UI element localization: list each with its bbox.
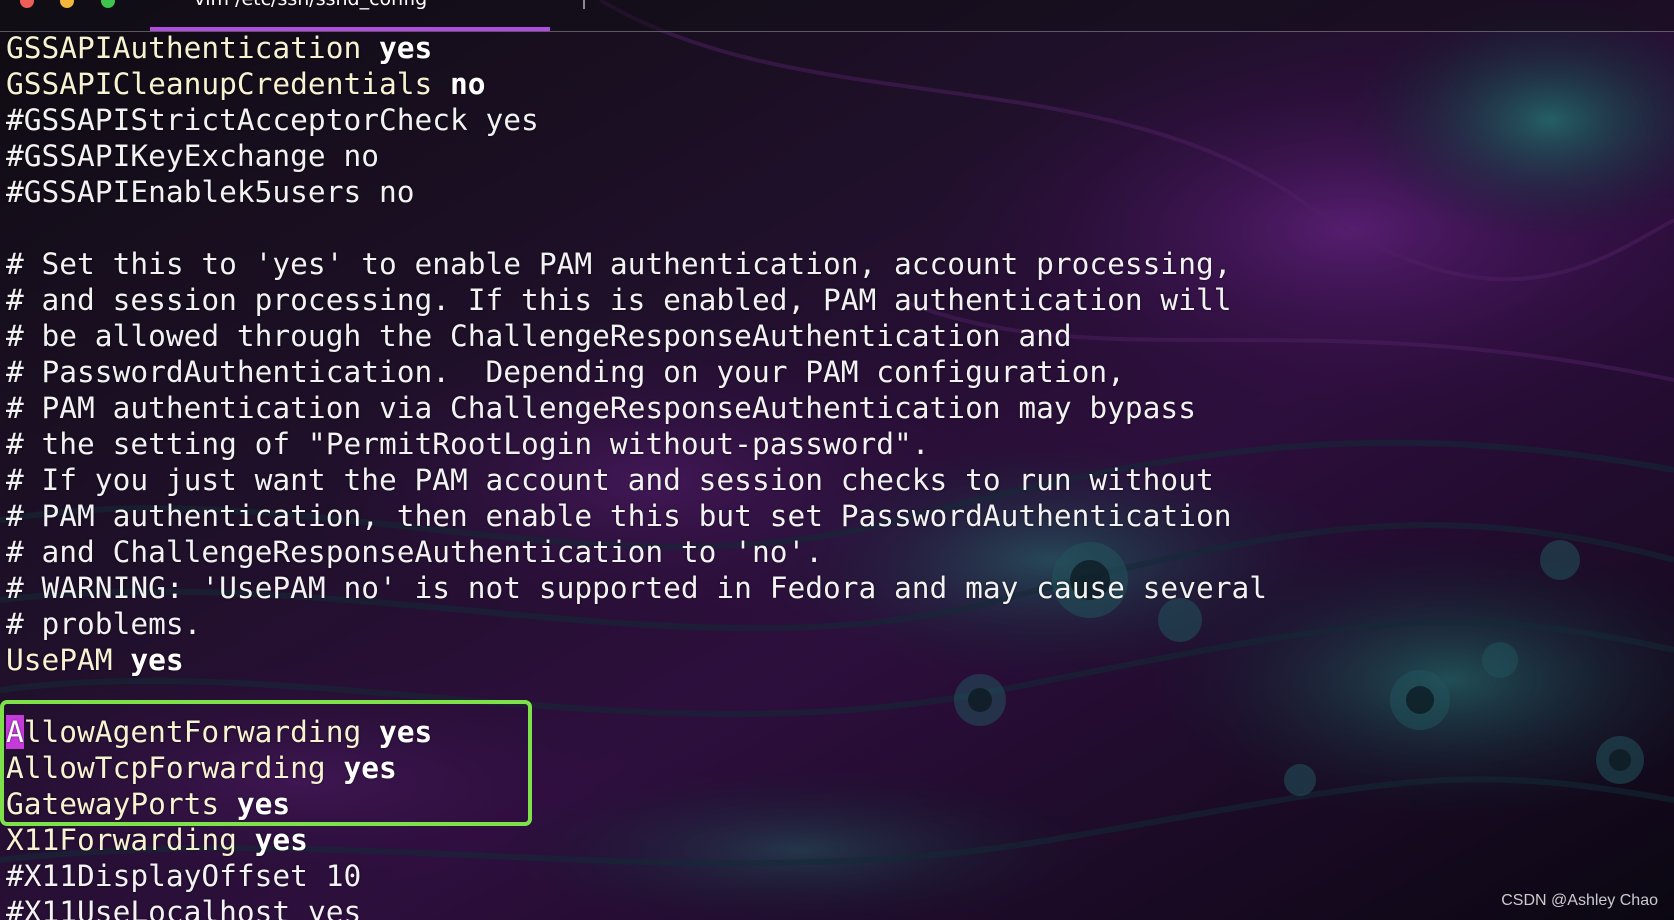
config-line: #GSSAPIKeyExchange no [6, 139, 379, 173]
config-line: UsePAM yes [6, 643, 184, 677]
highlight-annotation-box [0, 700, 532, 826]
watermark: CSDN @Ashley Chao [1501, 892, 1658, 909]
config-line: #GSSAPIEnablek5users no [6, 175, 415, 209]
config-line: #X11DisplayOffset 10 [6, 859, 362, 893]
config-line: # PAM authentication, then enable this b… [6, 499, 1232, 533]
tab-divider [583, 0, 585, 9]
window-minimize-button[interactable] [60, 0, 74, 8]
config-line: # and ChallengeResponseAuthentication to… [6, 535, 823, 569]
config-line: GSSAPIAuthentication yes [6, 31, 433, 65]
config-line: # problems. [6, 607, 202, 641]
config-line: # and session processing. If this is ena… [6, 283, 1232, 317]
config-line: #GSSAPIStrictAcceptorCheck yes [6, 103, 539, 137]
config-line: # PasswordAuthentication. Depending on y… [6, 355, 1125, 389]
config-line: # PAM authentication via ChallengeRespon… [6, 391, 1196, 425]
config-line: # If you just want the PAM account and s… [6, 463, 1214, 497]
tab-active[interactable]: vim /etc/ssh/sshd_config [150, 0, 550, 31]
config-line: GSSAPICleanupCredentials no [6, 67, 486, 101]
config-line: #X11UseLocalhost yes [6, 895, 362, 920]
tab-title: vim /etc/ssh/sshd_config [194, 0, 427, 10]
config-line [6, 210, 1666, 246]
window-maximize-button[interactable] [101, 0, 115, 8]
config-line: # Set this to 'yes' to enable PAM authen… [6, 247, 1232, 281]
terminal-titlebar: vim /etc/ssh/sshd_config [0, 0, 1674, 32]
config-line: # the setting of "PermitRootLogin withou… [6, 427, 930, 461]
window-close-button[interactable] [20, 0, 34, 8]
config-line: X11Forwarding yes [6, 823, 308, 857]
config-line: # be allowed through the ChallengeRespon… [6, 319, 1072, 353]
config-line: # WARNING: 'UsePAM no' is not supported … [6, 571, 1267, 605]
